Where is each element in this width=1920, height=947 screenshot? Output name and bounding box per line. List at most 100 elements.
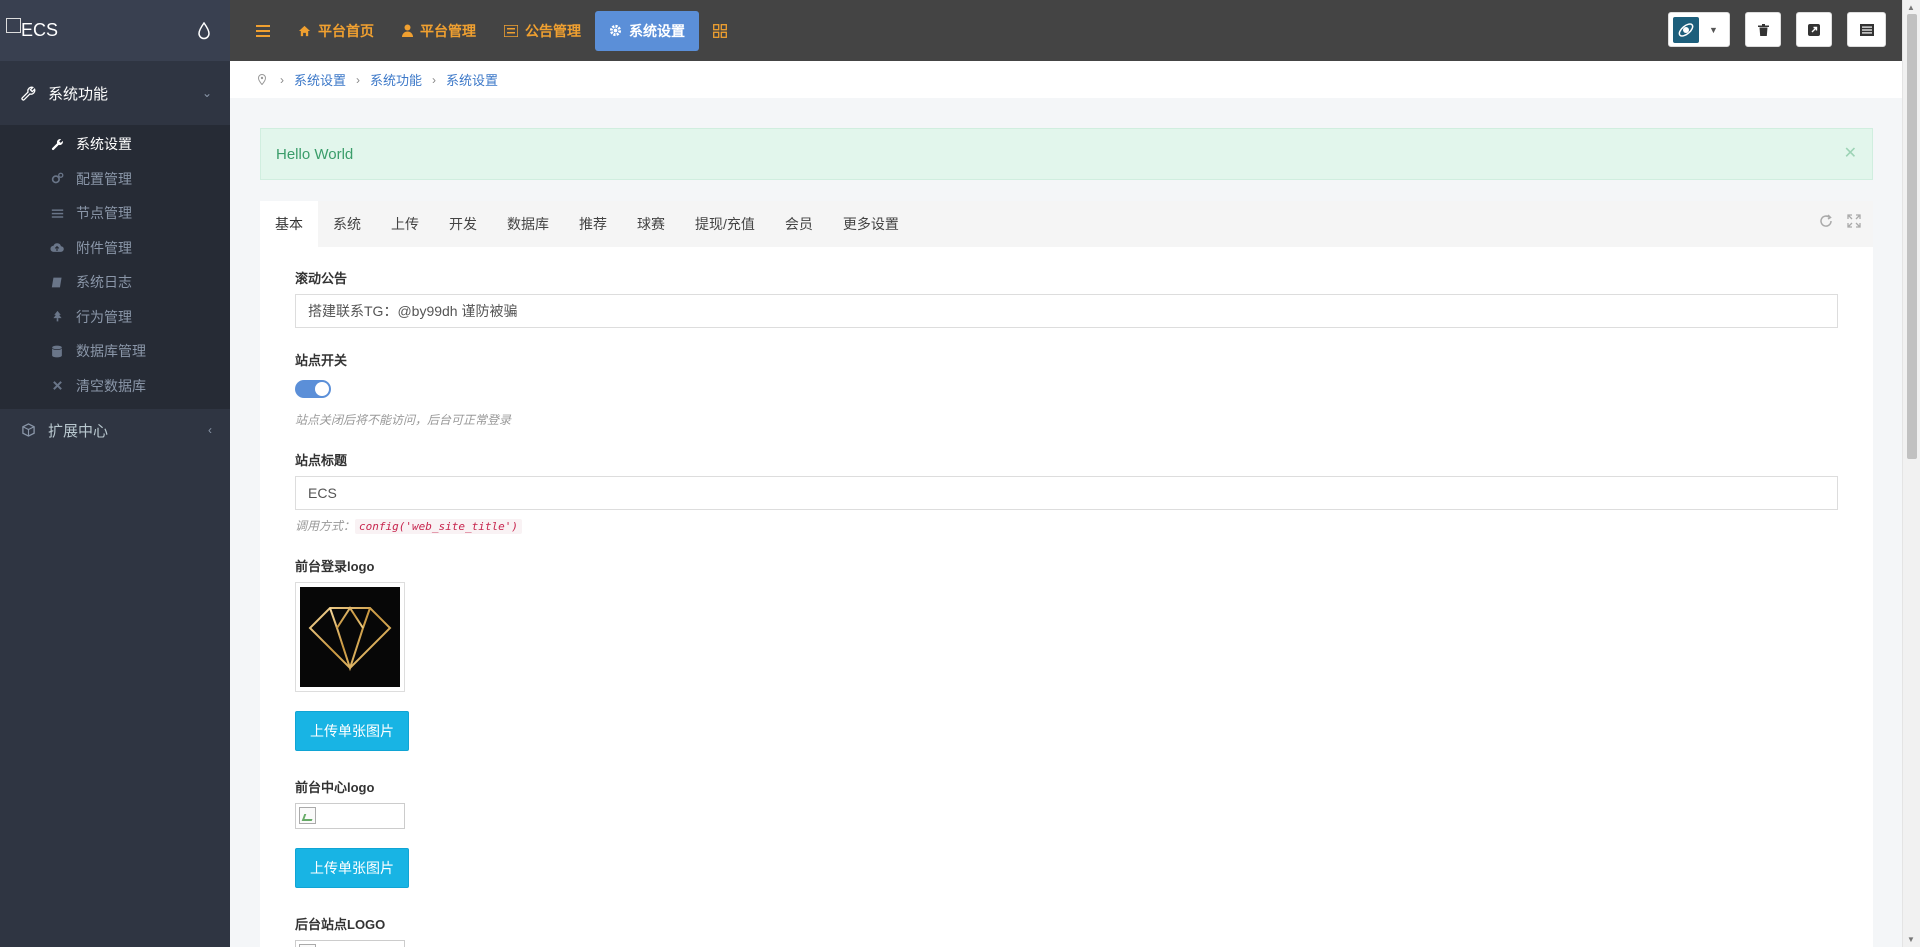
map-marker-icon xyxy=(258,74,266,85)
home-icon xyxy=(298,25,311,37)
logo-image-icon xyxy=(6,18,21,33)
sidebar-item-label: 清空数据库 xyxy=(76,377,146,394)
clear-cache-button[interactable] xyxy=(1745,12,1781,47)
logo-thumbnail[interactable] xyxy=(295,582,405,692)
chevron-down-icon: ⌄ xyxy=(201,86,212,100)
help-text: 调用方式： config('web_site_title') xyxy=(295,517,1838,534)
scroll-up-icon[interactable]: ▲ xyxy=(1907,3,1915,12)
tab-develop[interactable]: 开发 xyxy=(434,201,492,247)
apps-grid-button[interactable] xyxy=(699,11,741,51)
breadcrumb-link[interactable]: 系统设置 xyxy=(294,70,346,89)
field-label: 站点标题 xyxy=(295,453,348,468)
field-announcement: 滚动公告 搭建联系TG：@by99dh 谨防被骗 xyxy=(295,268,1838,328)
diamond-logo-image xyxy=(300,587,400,687)
field-site-switch: 站点开关 站点关闭后将不能访问，后台可正常登录 xyxy=(295,350,1838,428)
sidebar-item-clear-db[interactable]: 清空数据库 xyxy=(0,369,230,404)
tab-upload[interactable]: 上传 xyxy=(376,201,434,247)
field-admin-logo: 后台站点LOGO xyxy=(295,914,1838,947)
page-scrollbar[interactable]: ▲ ▼ xyxy=(1902,0,1920,947)
times-icon xyxy=(50,379,64,393)
sidebar-toggle-button[interactable] xyxy=(244,11,284,51)
nav-label: 公告管理 xyxy=(525,22,581,39)
settings-tabs: 基本 系统 上传 开发 数据库 推荐 球赛 提现/充值 会员 更多设置 xyxy=(260,201,1873,247)
field-front-center-logo: 前台中心logo 上传单张图片 xyxy=(295,777,1838,888)
upload-front-center-logo-button[interactable]: 上传单张图片 xyxy=(295,848,409,888)
breadcrumb: › 系统设置 › 系统功能 › 系统设置 xyxy=(230,61,1902,98)
sidebar-item-nodes[interactable]: 节点管理 xyxy=(0,196,230,231)
list-alt-icon xyxy=(1859,23,1874,36)
tab-withdraw-recharge[interactable]: 提现/充值 xyxy=(680,201,770,247)
main-content: Hello World ✕ 基本 系统 上传 开发 数据库 推荐 球赛 提现/充… xyxy=(230,98,1902,947)
panel-tools xyxy=(1819,214,1861,228)
nav-label: 平台管理 xyxy=(420,22,476,39)
close-icon[interactable]: ✕ xyxy=(1844,143,1857,163)
nav-system-settings[interactable]: 系统设置 xyxy=(595,10,699,51)
sidebar-group-extensions[interactable]: 扩展中心 ‹ xyxy=(0,409,230,451)
chevron-left-icon: ‹ xyxy=(208,423,212,437)
breadcrumb-link[interactable]: 系统设置 xyxy=(446,70,498,89)
external-link-icon xyxy=(1808,23,1820,36)
open-frontend-button[interactable] xyxy=(1796,12,1832,47)
tab-more-settings[interactable]: 更多设置 xyxy=(828,201,914,247)
field-front-login-logo: 前台登录logo 上传单张图片 xyxy=(295,556,1838,751)
sidebar-item-behavior[interactable]: 行为管理 xyxy=(0,300,230,335)
broken-image-icon xyxy=(299,807,316,824)
sidebar-item-logs[interactable]: 系统日志 xyxy=(0,265,230,300)
logo-text: ECS xyxy=(21,20,59,40)
toggle-knob xyxy=(315,382,329,396)
help-text: 站点关闭后将不能访问，后台可正常登录 xyxy=(295,413,512,427)
admin-logo-thumbnail[interactable] xyxy=(295,940,405,947)
refresh-icon[interactable] xyxy=(1819,214,1833,228)
sidebar-submenu: 系统设置 配置管理 节点管理 附件管理 系统日志 行为管理 数据库管理 清空数据… xyxy=(0,125,230,409)
sidebar-item-database[interactable]: 数据库管理 xyxy=(0,334,230,369)
nav-announcement-manage[interactable]: 公告管理 xyxy=(490,11,595,51)
cloud-upload-icon xyxy=(50,241,64,255)
field-site-title: 站点标题 ECS 调用方式： config('web_site_title') xyxy=(295,450,1838,534)
nav-platform-home[interactable]: 平台首页 xyxy=(284,11,388,51)
bars-icon xyxy=(256,24,270,37)
site-title-input[interactable]: ECS xyxy=(295,476,1838,510)
sidebar-menu: 系统功能 ⌄ 系统设置 配置管理 节点管理 附件管理 系统日志 行为管理 数据库… xyxy=(0,61,230,451)
nav-label: 平台首页 xyxy=(318,22,374,39)
tab-matches[interactable]: 球赛 xyxy=(622,201,680,247)
field-label: 后台站点LOGO xyxy=(295,917,386,932)
nav-platform-manage[interactable]: 平台管理 xyxy=(388,11,490,51)
topbar-right-tools: ▼ xyxy=(1668,12,1886,47)
field-label: 前台中心logo xyxy=(295,780,375,795)
tab-system[interactable]: 系统 xyxy=(318,201,376,247)
sidebar-item-label: 系统日志 xyxy=(76,274,132,291)
help-prefix: 调用方式： xyxy=(295,519,356,533)
tab-database[interactable]: 数据库 xyxy=(492,201,564,247)
user-icon xyxy=(402,24,413,37)
alert-message: Hello World xyxy=(276,145,354,163)
avatar xyxy=(1673,16,1699,43)
sidebar-item-label: 行为管理 xyxy=(76,308,132,325)
settings-panel-button[interactable] xyxy=(1847,12,1886,47)
grid-icon xyxy=(713,23,727,38)
tab-basic[interactable]: 基本 xyxy=(260,201,318,247)
logo-left: ECS xyxy=(6,18,59,41)
scroll-down-icon[interactable]: ▼ xyxy=(1907,935,1915,944)
logo[interactable]: ECS xyxy=(0,0,230,61)
expand-icon[interactable] xyxy=(1847,214,1861,228)
sidebar-item-config[interactable]: 配置管理 xyxy=(0,162,230,197)
tint-icon[interactable] xyxy=(198,21,210,40)
scrollbar-thumb[interactable] xyxy=(1907,14,1917,459)
gear-icon xyxy=(609,24,622,37)
tab-members[interactable]: 会员 xyxy=(770,201,828,247)
breadcrumb-separator: › xyxy=(280,72,284,87)
sidebar-item-attachments[interactable]: 附件管理 xyxy=(0,231,230,266)
site-switch-toggle[interactable] xyxy=(295,380,331,398)
topbar: 平台首页 平台管理 公告管理 系统设置 ▼ xyxy=(230,0,1902,61)
center-logo-thumbnail[interactable] xyxy=(295,803,405,829)
sidebar-group-system[interactable]: 系统功能 ⌄ xyxy=(0,61,230,125)
success-alert: Hello World ✕ xyxy=(260,128,1873,180)
announcement-input[interactable]: 搭建联系TG：@by99dh 谨防被骗 xyxy=(295,294,1838,328)
sidebar-item-label: 配置管理 xyxy=(76,170,132,187)
sidebar-item-system-settings[interactable]: 系统设置 xyxy=(0,127,230,162)
tree-icon xyxy=(50,310,64,324)
upload-front-login-logo-button[interactable]: 上传单张图片 xyxy=(295,711,409,751)
user-menu-button[interactable]: ▼ xyxy=(1668,12,1730,47)
breadcrumb-link[interactable]: 系统功能 xyxy=(370,70,422,89)
tab-recommend[interactable]: 推荐 xyxy=(564,201,622,247)
